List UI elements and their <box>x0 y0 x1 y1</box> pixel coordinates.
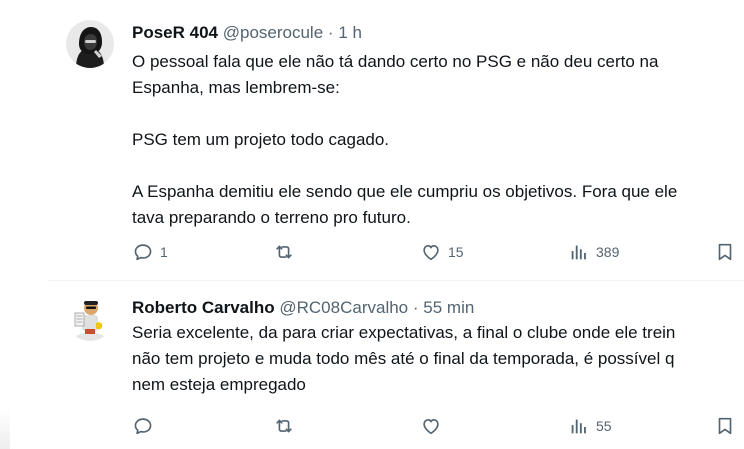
bar-chart-icon <box>568 415 590 437</box>
heart-icon <box>420 415 442 437</box>
tweet-text: O pessoal fala que ele não tá dando cert… <box>132 52 678 227</box>
hooded-figure-avatar-icon[interactable] <box>66 20 114 68</box>
heart-icon <box>420 241 442 263</box>
author-handle[interactable]: @poserocule <box>223 23 323 42</box>
tweet-header: PoseR 404 @poserocule · 1 h <box>132 22 362 44</box>
tweet-text: Seria excelente, da para criar expectati… <box>132 323 676 394</box>
author-name[interactable]: Roberto Carvalho <box>132 298 275 317</box>
bar-chart-icon <box>568 241 590 263</box>
retweet-button[interactable] <box>273 240 301 264</box>
bookmark-button[interactable] <box>714 414 736 438</box>
reply-bubble-icon <box>132 241 154 263</box>
like-count: 15 <box>448 244 464 260</box>
tweet-actions: 1 15 389 <box>132 240 744 264</box>
reply-bubble-icon <box>132 415 154 437</box>
bookmark-button[interactable] <box>714 240 736 264</box>
timestamp[interactable]: 1 h <box>338 23 362 42</box>
reply-button[interactable] <box>132 414 160 438</box>
reply-button[interactable]: 1 <box>132 240 168 264</box>
left-gutter <box>0 0 48 449</box>
like-button[interactable] <box>420 414 448 438</box>
retweet-arrows-icon <box>273 415 295 437</box>
tweet[interactable]: PoseR 404 @poserocule · 1 h O pessoal fa… <box>48 0 744 281</box>
retweet-button[interactable] <box>273 414 301 438</box>
reply-count: 1 <box>160 244 168 260</box>
tweet-actions: 55 <box>132 414 744 438</box>
timestamp[interactable]: 55 min <box>423 298 474 317</box>
retweet-arrows-icon <box>273 241 295 263</box>
reply-feed: PoseR 404 @poserocule · 1 h O pessoal fa… <box>48 0 744 449</box>
tweet[interactable]: Roberto Carvalho @RC08Carvalho · 55 min … <box>48 281 744 449</box>
bookmark-icon <box>714 415 736 437</box>
tweet-header: Roberto Carvalho @RC08Carvalho · 55 min <box>132 297 474 319</box>
like-button[interactable]: 15 <box>420 240 464 264</box>
separator-dot: · <box>412 298 419 317</box>
author-name[interactable]: PoseR 404 <box>132 23 218 42</box>
bookmark-icon <box>714 241 736 263</box>
cartoon-character-avatar-icon[interactable] <box>66 293 114 341</box>
views-count: 55 <box>596 418 612 434</box>
views-count: 389 <box>596 244 620 260</box>
scroll-edge <box>0 409 10 449</box>
views-button[interactable]: 389 <box>568 240 619 264</box>
author-handle[interactable]: @RC08Carvalho <box>279 298 408 317</box>
separator-dot: · <box>327 23 334 42</box>
views-button[interactable]: 55 <box>568 414 612 438</box>
